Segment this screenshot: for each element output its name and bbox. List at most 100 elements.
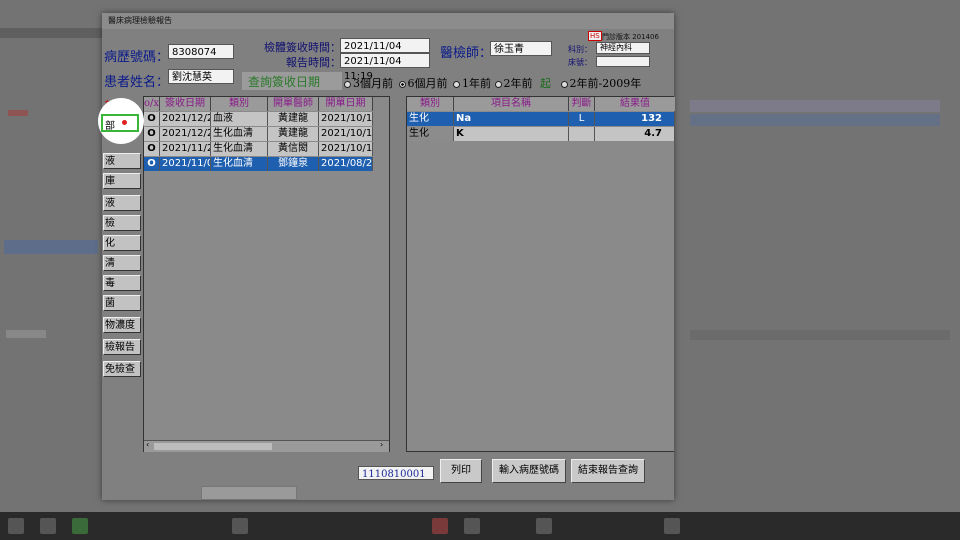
result-cell-type: 生化 — [407, 112, 454, 126]
col-header[interactable]: 簽收日期 — [160, 97, 211, 111]
option-label: 1年前 — [462, 77, 491, 90]
code-field: 1110810001 — [358, 466, 434, 480]
col-header[interactable]: o/x — [144, 97, 160, 111]
col-header[interactable]: 類別 — [407, 97, 454, 111]
order-cell-date: 2021/11/29 — [160, 142, 211, 156]
window-title: 醫床病理檢驗報告 — [108, 16, 172, 25]
title-bar: 醫床病理檢驗報告 — [102, 13, 674, 29]
category-item[interactable]: 檢 — [103, 215, 141, 231]
option-2-years[interactable]: 2年前 — [494, 77, 533, 90]
option-3-months[interactable]: 3個月前 — [344, 77, 393, 90]
option-6-months[interactable]: 6個月前 — [398, 77, 448, 90]
chart-no-field[interactable]: 8308074 — [168, 44, 234, 59]
category-item[interactable]: 庫 — [103, 173, 141, 189]
order-cell-doctor: 黃建龍 — [268, 127, 319, 141]
radio-checked-icon — [398, 80, 406, 88]
option-range[interactable]: 2年前-2009年 — [560, 77, 642, 90]
scroll-left-icon[interactable]: ‹ — [146, 440, 149, 449]
results-rows: 生化 Na L 132 生化 K 4.7 — [407, 112, 675, 142]
col-header[interactable]: 類別 — [211, 97, 268, 111]
app-icon[interactable] — [40, 518, 56, 534]
category-item-selected[interactable]: 部 — [101, 114, 139, 132]
order-cell-ox: O — [144, 112, 160, 126]
receive-time-label: 檢體簽收時間： — [264, 41, 341, 54]
order-cell-order-date: 2021/10/12 — [321, 142, 373, 156]
result-cell-flag — [569, 127, 595, 141]
option-1-year[interactable]: 1年前 — [453, 77, 491, 90]
col-header[interactable]: 判斷 — [569, 97, 595, 111]
app-icon[interactable] — [232, 518, 248, 534]
query-title: 查詢簽收日期 — [248, 75, 321, 89]
bed-label: 床號： — [568, 58, 592, 67]
result-row[interactable]: 生化 Na L 132 — [407, 112, 675, 126]
orders-grid: o/x 簽收日期 類別 開單醫師 開單日期 O2021/12/23血液黃建龍20… — [143, 96, 390, 452]
section-label: 科別： — [568, 45, 592, 54]
app-icon[interactable] — [72, 518, 88, 534]
query-title-box: 查詢簽收日期 — [242, 72, 342, 90]
result-cell-flag: L — [569, 112, 595, 126]
result-row[interactable]: 生化 K 4.7 — [407, 127, 675, 141]
col-header[interactable]: 結果值 — [595, 97, 675, 111]
order-cell-date: 2021/11/04 — [160, 157, 211, 171]
app-icon[interactable] — [464, 518, 480, 534]
technician-field: 徐玉青 — [490, 41, 552, 56]
radio-icon — [453, 80, 460, 88]
order-cell-type: 生化血清 — [211, 127, 268, 141]
radio-icon — [560, 80, 568, 88]
start-icon[interactable] — [8, 518, 24, 534]
order-cell-type: 生化血清 — [211, 157, 268, 171]
version-tag: HS — [588, 31, 602, 41]
app-icon[interactable] — [536, 518, 552, 534]
order-row[interactable]: O2021/12/23血液黃建龍2021/10/11 — [144, 112, 373, 126]
background-row — [690, 114, 940, 126]
option-label: 6個月前 — [407, 77, 448, 90]
category-item[interactable]: 清 — [103, 255, 141, 271]
enter-chart-no-button[interactable]: 輸入病歷號碼 — [492, 459, 566, 483]
category-item[interactable]: 物濃度 — [103, 317, 141, 333]
app-icon[interactable] — [432, 518, 448, 534]
chart-no-label: 病歷號碼： — [104, 50, 170, 65]
category-item[interactable]: 毒 — [103, 275, 141, 291]
category-label: 部 — [105, 121, 115, 132]
order-row[interactable]: O2021/11/04生化血清鄧鐘泉2021/08/23 — [144, 157, 373, 171]
background-item — [6, 330, 46, 338]
col-header[interactable]: 開單醫師 — [268, 97, 319, 111]
order-cell-doctor: 黃信閎 — [268, 142, 319, 156]
order-cell-order-date: 2021/10/11 — [321, 127, 373, 141]
end-report-query-button[interactable]: 結束報告查詢 — [571, 459, 645, 483]
col-header[interactable]: 項目名稱 — [454, 97, 569, 111]
option-label: 2年前-2009年 — [569, 77, 642, 90]
status-field — [201, 486, 297, 500]
result-cell-type: 生化 — [407, 127, 454, 141]
radio-icon — [344, 80, 351, 88]
query-options: 3個月前 6個月前 1年前 2年前 起 2年前-2009年 — [344, 75, 641, 91]
category-item[interactable]: 檢報告 — [103, 339, 141, 355]
print-button[interactable]: 列印 — [440, 459, 482, 483]
order-cell-type: 血液 — [211, 112, 268, 126]
horizontal-scrollbar[interactable]: ‹ › — [144, 440, 389, 452]
patient-name-field[interactable]: 劉沈慧英 — [168, 69, 234, 84]
background-row — [690, 330, 950, 340]
category-item[interactable]: 化 — [103, 235, 141, 251]
category-item[interactable]: 液 — [103, 195, 141, 211]
result-cell-item: K — [454, 127, 569, 141]
report-time-field: 2021/11/04 11:19 — [340, 53, 430, 82]
col-header[interactable]: 開單日期 — [319, 97, 373, 111]
section-field: 神經內科 — [596, 42, 650, 54]
background-mark — [8, 110, 28, 116]
app-icon[interactable] — [664, 518, 680, 534]
category-item[interactable]: 免檢查 — [103, 361, 141, 377]
orders-rows: O2021/12/23血液黃建龍2021/10/11O2021/12/23生化血… — [144, 112, 373, 172]
order-row[interactable]: O2021/12/23生化血清黃建龍2021/10/11 — [144, 127, 373, 141]
category-item[interactable]: 菌 — [103, 295, 141, 311]
scroll-right-icon[interactable]: › — [380, 440, 383, 449]
result-cell-value: 4.7 — [595, 127, 675, 141]
background-bar — [0, 28, 102, 38]
order-row[interactable]: O2021/11/29生化血清黃信閎2021/10/12 — [144, 142, 373, 156]
patient-name-label: 患者姓名： — [104, 75, 170, 90]
scroll-thumb[interactable] — [154, 443, 272, 450]
bed-field — [596, 56, 650, 67]
background-header — [690, 100, 940, 112]
category-item[interactable]: 液 — [103, 153, 141, 169]
order-cell-ox: O — [144, 142, 160, 156]
